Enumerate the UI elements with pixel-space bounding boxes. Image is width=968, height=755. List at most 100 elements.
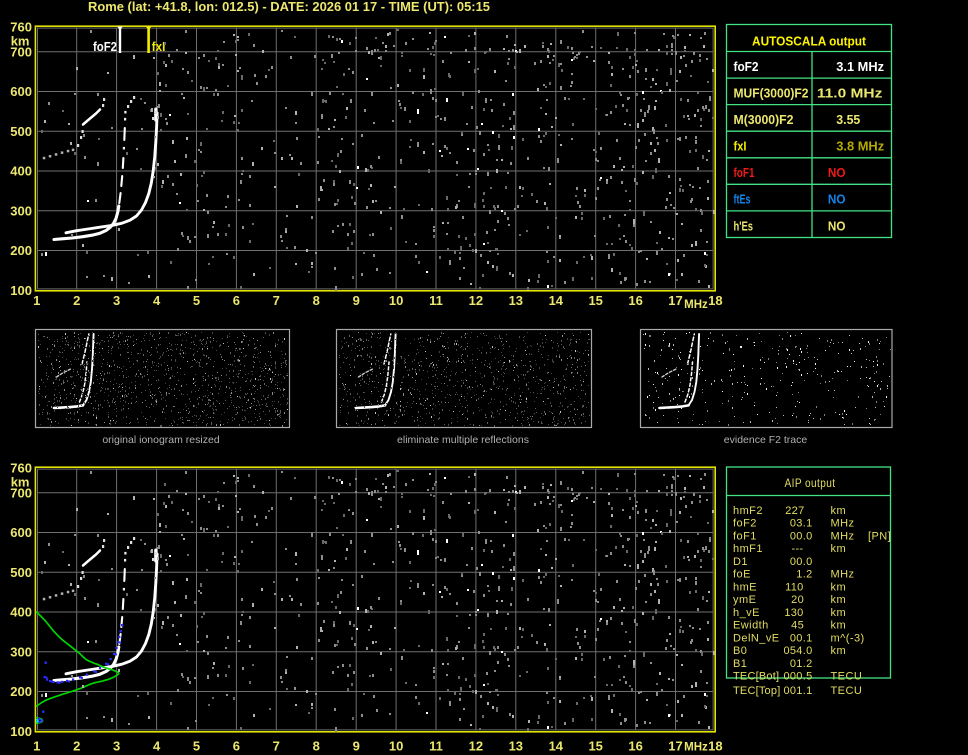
- svg-text:00.0: 00.0: [790, 531, 813, 543]
- svg-text:4: 4: [153, 738, 161, 753]
- svg-text:11: 11: [429, 738, 443, 753]
- svg-text:AIP output: AIP output: [785, 476, 836, 490]
- svg-text:km: km: [831, 645, 847, 657]
- svg-text:000.5: 000.5: [783, 671, 812, 683]
- svg-text:3.1 MHz: 3.1 MHz: [836, 59, 884, 74]
- svg-text:foF2: foF2: [93, 40, 117, 54]
- svg-text:MHz: MHz: [831, 531, 855, 543]
- svg-text:9: 9: [353, 738, 360, 753]
- svg-text:200: 200: [10, 684, 32, 699]
- svg-text:eliminate multiple reflections: eliminate multiple reflections: [397, 434, 529, 446]
- svg-text:227: 227: [785, 505, 804, 517]
- svg-text:hmF1: hmF1: [733, 543, 763, 555]
- svg-text:2: 2: [73, 738, 80, 753]
- svg-text:700: 700: [10, 485, 32, 500]
- svg-text:054.0: 054.0: [783, 645, 812, 657]
- svg-text:700: 700: [10, 44, 32, 59]
- svg-text:45: 45: [791, 620, 804, 632]
- svg-text:D1: D1: [733, 556, 748, 568]
- svg-text:1.2: 1.2: [796, 569, 812, 581]
- svg-text:original ionogram resized: original ionogram resized: [102, 434, 219, 446]
- svg-text:TECU: TECU: [831, 685, 863, 697]
- svg-text:MHz: MHz: [831, 518, 855, 530]
- svg-text:17: 17: [668, 293, 682, 308]
- svg-text:11: 11: [429, 293, 443, 308]
- svg-text:13: 13: [509, 738, 523, 753]
- svg-text:MHz: MHz: [684, 742, 708, 754]
- svg-text:300: 300: [10, 203, 32, 218]
- svg-text:4: 4: [153, 293, 161, 308]
- svg-text:NO: NO: [828, 218, 846, 233]
- svg-text:500: 500: [10, 124, 32, 139]
- svg-text:20: 20: [791, 594, 804, 606]
- svg-text:14: 14: [549, 293, 564, 308]
- svg-text:MUF(3000)F2: MUF(3000)F2: [734, 86, 809, 101]
- svg-text:Rome (lat: +41.8, lon: 012.5): Rome (lat: +41.8, lon: 012.5) - DATE: 20…: [88, 0, 490, 14]
- svg-text:12: 12: [469, 293, 483, 308]
- svg-text:km: km: [831, 607, 847, 619]
- svg-text:MHz: MHz: [684, 299, 708, 311]
- svg-text:00.1: 00.1: [790, 632, 813, 644]
- svg-text:foF2: foF2: [733, 518, 757, 530]
- svg-text:MHz: MHz: [831, 569, 855, 581]
- svg-text:3.55: 3.55: [836, 112, 860, 127]
- svg-text:m^(-3): m^(-3): [831, 632, 865, 644]
- svg-text:AUTOSCALA output: AUTOSCALA output: [752, 34, 867, 49]
- svg-text:12: 12: [469, 738, 483, 753]
- svg-text:8: 8: [313, 293, 320, 308]
- svg-text:15: 15: [588, 738, 602, 753]
- svg-text:B1: B1: [733, 658, 747, 670]
- svg-text:ftEs: ftEs: [734, 192, 751, 207]
- svg-text:TEC[Bot]: TEC[Bot]: [733, 671, 779, 683]
- svg-text:16: 16: [628, 738, 642, 753]
- svg-text:TEC[Top]: TEC[Top]: [733, 685, 780, 697]
- svg-text:200: 200: [10, 243, 32, 258]
- svg-text:2: 2: [73, 293, 80, 308]
- svg-text:5: 5: [193, 293, 200, 308]
- svg-text:NO: NO: [828, 165, 846, 180]
- svg-text:8: 8: [313, 738, 320, 753]
- svg-text:001.1: 001.1: [783, 685, 812, 697]
- svg-text:400: 400: [10, 164, 32, 179]
- svg-text:km: km: [831, 505, 847, 517]
- svg-text:B0: B0: [733, 645, 747, 657]
- svg-text:110: 110: [785, 581, 803, 593]
- svg-text:M(3000)F2: M(3000)F2: [734, 112, 794, 127]
- svg-text:---: ---: [792, 543, 804, 555]
- svg-text:km: km: [831, 594, 847, 606]
- svg-text:7: 7: [273, 293, 280, 308]
- svg-text:fxI: fxI: [152, 40, 166, 54]
- svg-text:evidence F2 trace: evidence F2 trace: [724, 434, 808, 446]
- svg-text:foF2: foF2: [734, 59, 759, 74]
- svg-text:1: 1: [33, 738, 40, 753]
- svg-text:17: 17: [668, 738, 682, 753]
- svg-text:11.0 MHz: 11.0 MHz: [817, 86, 883, 101]
- svg-text:foF1: foF1: [734, 165, 755, 180]
- svg-text:NO: NO: [828, 192, 846, 207]
- svg-text:km: km: [831, 543, 847, 555]
- svg-text:[PN]: [PN]: [868, 531, 891, 543]
- svg-text:3: 3: [113, 293, 120, 308]
- svg-text:500: 500: [10, 565, 32, 580]
- svg-text:130: 130: [784, 607, 803, 619]
- svg-text:600: 600: [10, 84, 32, 99]
- svg-text:18: 18: [708, 293, 722, 308]
- svg-text:300: 300: [10, 644, 32, 659]
- svg-text:km: km: [831, 620, 847, 632]
- svg-text:5: 5: [193, 738, 200, 753]
- svg-text:foF1: foF1: [733, 531, 757, 543]
- svg-text:14: 14: [549, 738, 564, 753]
- svg-text:3.8 MHz: 3.8 MHz: [836, 139, 884, 154]
- svg-text:7: 7: [273, 738, 280, 753]
- svg-text:10: 10: [389, 293, 403, 308]
- svg-text:fxI: fxI: [734, 139, 747, 154]
- svg-text:ymE: ymE: [733, 594, 756, 606]
- svg-text:15: 15: [588, 293, 602, 308]
- svg-text:13: 13: [509, 293, 523, 308]
- svg-text:18: 18: [708, 738, 722, 753]
- svg-text:00.0: 00.0: [790, 556, 813, 568]
- svg-text:10: 10: [389, 738, 403, 753]
- svg-text:16: 16: [628, 293, 642, 308]
- svg-text:TECU: TECU: [831, 671, 863, 683]
- svg-text:h'Es: h'Es: [734, 218, 754, 233]
